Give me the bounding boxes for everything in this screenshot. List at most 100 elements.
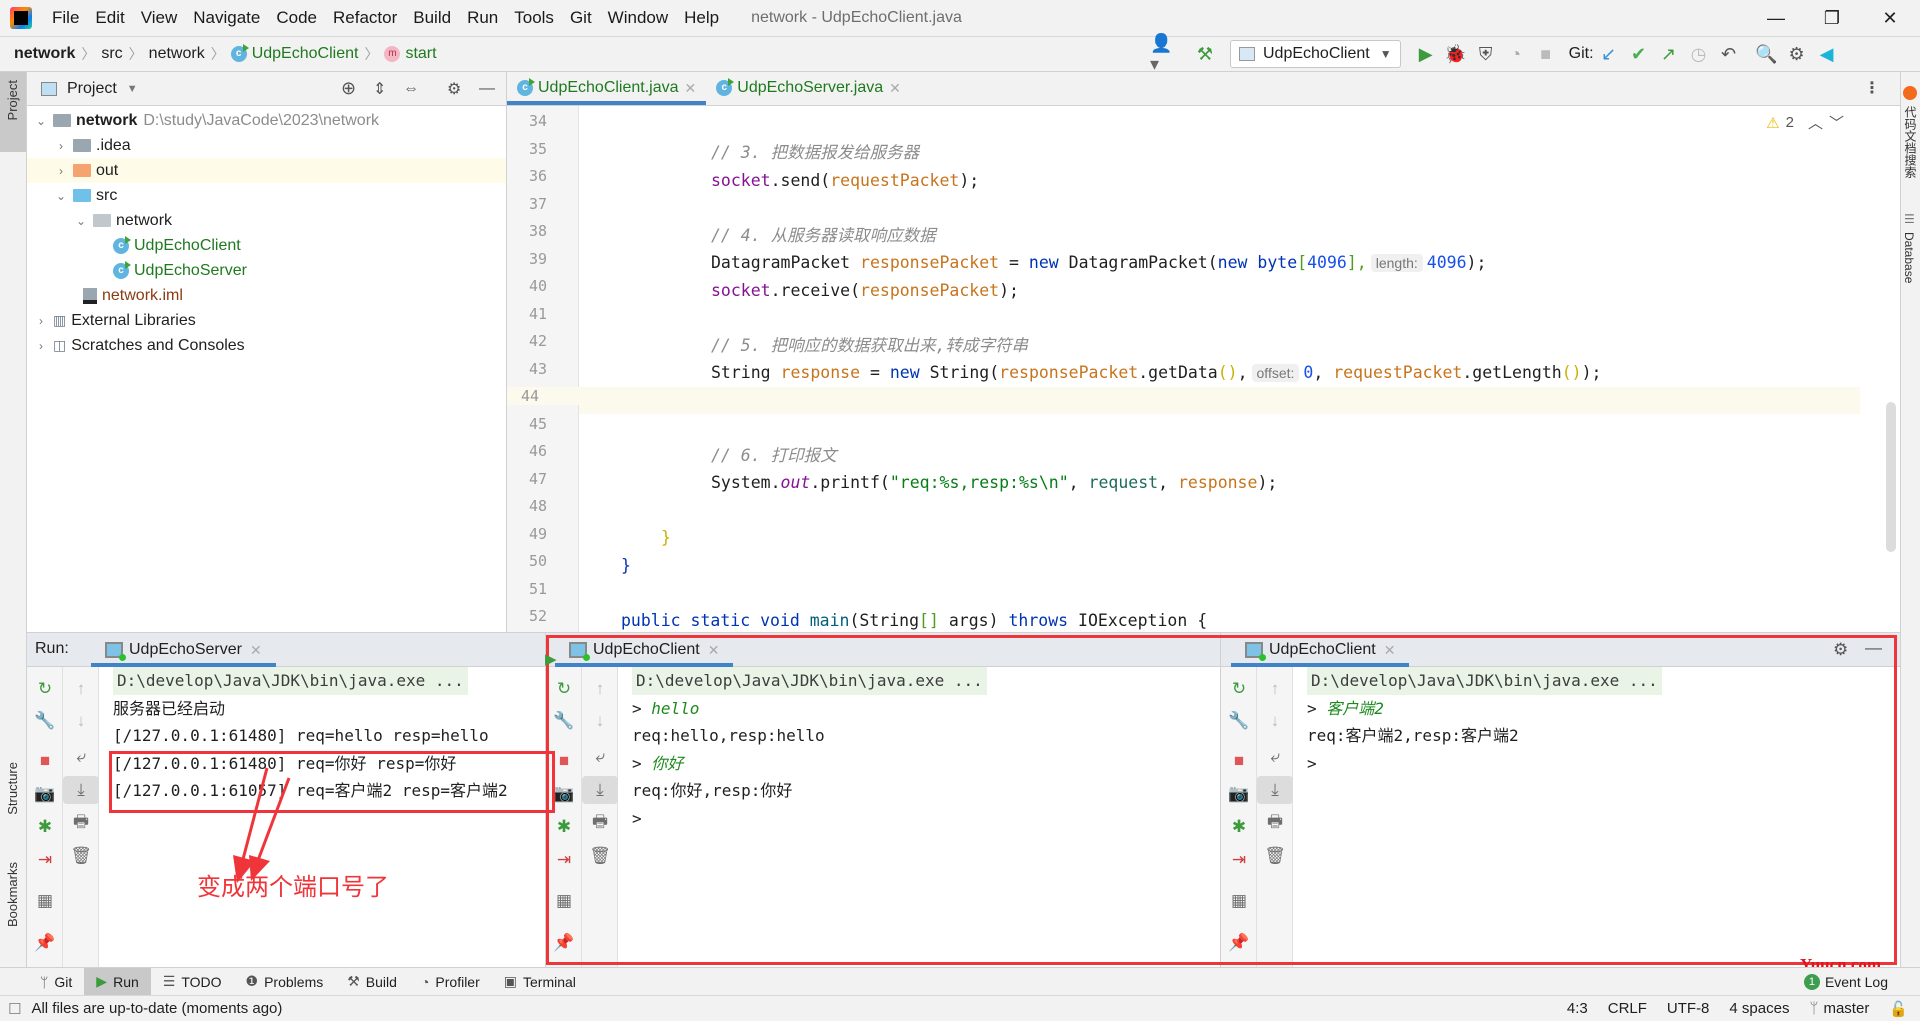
- menu-navigate[interactable]: Navigate: [185, 8, 268, 28]
- restore-button[interactable]: ❐: [1804, 0, 1860, 36]
- pin-icon[interactable]: 📌: [27, 929, 63, 957]
- menu-refactor[interactable]: Refactor: [325, 8, 405, 28]
- git-branch-widget[interactable]: ᛘ master: [1809, 1000, 1869, 1017]
- layout-icon[interactable]: ▦: [27, 887, 63, 915]
- run-configuration-select[interactable]: UdpEchoClient ▼: [1230, 40, 1401, 68]
- close-tab-icon[interactable]: ✕: [685, 80, 697, 97]
- code-area[interactable]: // 3. 把数据报发给服务器 socket.send(requestPacke…: [579, 106, 1860, 657]
- stop-icon[interactable]: ■: [1531, 39, 1561, 69]
- panel-settings-icon[interactable]: ⚙: [447, 79, 461, 99]
- client1-console-output[interactable]: D:\develop\Java\JDK\bin\java.exe ... > h…: [618, 667, 1246, 968]
- close-tab-icon[interactable]: ✕: [889, 80, 901, 97]
- close-button[interactable]: ✕: [1862, 0, 1918, 36]
- tree-item-udpechoserver[interactable]: c UdpEchoServer: [27, 258, 506, 283]
- tool-tab-terminal[interactable]: ▣ Terminal: [492, 968, 588, 996]
- user-icon[interactable]: 👤▾: [1150, 33, 1180, 74]
- layout-icon[interactable]: ▦: [546, 887, 582, 915]
- breadcrumb-project[interactable]: network: [14, 45, 75, 63]
- pin-icon[interactable]: 📌: [546, 929, 582, 957]
- snapshot-icon[interactable]: 📷: [1221, 780, 1257, 808]
- close-tab-icon[interactable]: ✕: [250, 642, 262, 659]
- tree-item-network-module[interactable]: ⌄ network D:\study\JavaCode\2023\network: [27, 108, 506, 133]
- breadcrumb-src[interactable]: src: [101, 45, 122, 63]
- tool-tab-profiler[interactable]: ◔ Profiler: [409, 968, 492, 996]
- modify-config-icon[interactable]: 🔧: [27, 707, 63, 735]
- code-search-tool-button[interactable]: 代码文档搜索: [1902, 106, 1919, 178]
- git-update-icon[interactable]: ↙: [1594, 39, 1624, 69]
- scroll-down-icon[interactable]: ↓: [63, 707, 99, 735]
- more-tabs-icon[interactable]: ⋮: [1864, 78, 1880, 98]
- chevron-right-icon[interactable]: ›: [53, 164, 69, 178]
- menu-code[interactable]: Code: [268, 8, 325, 28]
- soft-wrap-icon[interactable]: ⤶: [63, 743, 99, 771]
- toolbox-icon[interactable]: ◀: [1812, 39, 1842, 69]
- hide-run-panel-icon[interactable]: —: [1865, 638, 1882, 658]
- warnings-indicator[interactable]: ⚠ 2 ︿ ﹀: [1766, 112, 1844, 133]
- caret-position[interactable]: 4:3: [1567, 1000, 1588, 1017]
- next-highlight-icon[interactable]: ﹀: [1829, 112, 1844, 133]
- tool-tab-run[interactable]: ▶ Run: [84, 967, 151, 996]
- print-icon[interactable]: 🖶: [1257, 809, 1293, 837]
- menu-help[interactable]: Help: [676, 8, 727, 28]
- line-separator[interactable]: CRLF: [1608, 1000, 1647, 1017]
- menu-view[interactable]: View: [133, 8, 186, 28]
- chevron-down-icon[interactable]: ⌄: [33, 114, 49, 128]
- structure-tool-button[interactable]: Structure: [5, 762, 20, 815]
- tree-item-package[interactable]: ⌄ network: [27, 208, 506, 233]
- tab-udpechoclient[interactable]: c UdpEchoClient.java ✕: [507, 71, 707, 105]
- clear-all-icon[interactable]: 🗑: [1257, 842, 1293, 870]
- exit-icon[interactable]: ⇥: [1221, 846, 1257, 874]
- stop-icon[interactable]: ■: [27, 747, 63, 775]
- snapshot-icon[interactable]: 📷: [27, 780, 63, 808]
- soft-wrap-icon[interactable]: ⤶: [582, 743, 618, 771]
- clear-all-icon[interactable]: 🗑: [63, 842, 99, 870]
- tree-item-udpechoclient[interactable]: c UdpEchoClient: [27, 233, 506, 258]
- debug-attach-icon[interactable]: ✱: [27, 813, 63, 841]
- close-tab-icon[interactable]: ✕: [708, 642, 720, 659]
- breadcrumb-method[interactable]: start: [405, 45, 436, 63]
- chevron-right-icon[interactable]: ›: [33, 314, 49, 328]
- minimize-button[interactable]: —: [1748, 0, 1804, 36]
- scroll-up-icon[interactable]: ↑: [1257, 675, 1293, 703]
- tool-tab-todo[interactable]: ☰ TODO: [151, 968, 234, 996]
- tab-udpechoserver[interactable]: c UdpEchoServer.java ✕: [706, 71, 911, 105]
- modify-config-icon[interactable]: 🔧: [1221, 707, 1257, 735]
- run-tab-udpechoserver[interactable]: UdpEchoServer ✕: [91, 633, 276, 667]
- locate-icon[interactable]: ⊕: [341, 78, 356, 99]
- modify-config-icon[interactable]: 🔧: [546, 707, 582, 735]
- print-icon[interactable]: 🖶: [63, 809, 99, 837]
- clear-all-icon[interactable]: 🗑: [582, 842, 618, 870]
- tree-item-out[interactable]: › out: [27, 158, 506, 183]
- expand-all-icon[interactable]: ⇕: [373, 79, 386, 99]
- menu-git[interactable]: Git: [562, 8, 600, 28]
- tree-item-src[interactable]: ⌄ src: [27, 183, 506, 208]
- snapshot-icon[interactable]: 📷: [546, 780, 582, 808]
- scroll-down-icon[interactable]: ↓: [1257, 707, 1293, 735]
- event-log-button[interactable]: 1 Event Log: [1792, 968, 1900, 996]
- breadcrumb-class[interactable]: UdpEchoClient: [252, 45, 359, 63]
- hide-panel-icon[interactable]: —: [479, 80, 495, 98]
- git-history-icon[interactable]: ◷: [1684, 39, 1714, 69]
- scroll-to-end-icon[interactable]: ⤓: [582, 776, 618, 804]
- soft-wrap-icon[interactable]: ⤶: [1257, 743, 1293, 771]
- scroll-to-end-icon[interactable]: ⤓: [63, 776, 99, 804]
- indent-setting[interactable]: 4 spaces: [1729, 1000, 1789, 1017]
- menu-file[interactable]: File: [44, 8, 87, 28]
- coverage-icon[interactable]: ⛨: [1471, 39, 1501, 69]
- scroll-to-end-icon[interactable]: ⤓: [1257, 776, 1293, 804]
- menu-build[interactable]: Build: [405, 8, 459, 28]
- status-toggle-icon[interactable]: ☐: [8, 1000, 21, 1018]
- database-tool-button[interactable]: Database: [1902, 232, 1916, 283]
- chevron-right-icon[interactable]: ›: [33, 339, 49, 353]
- tool-tab-problems[interactable]: ❶ Problems: [234, 968, 336, 996]
- tree-item-iml[interactable]: network.iml: [27, 283, 506, 308]
- run-tab-udpechoclient-1[interactable]: UdpEchoClient ✕: [555, 633, 734, 667]
- profiler-icon[interactable]: ◔: [1501, 39, 1531, 69]
- rerun-icon[interactable]: ↻: [546, 675, 582, 703]
- rollback-icon[interactable]: ↶: [1714, 39, 1744, 69]
- debug-attach-icon[interactable]: ✱: [1221, 813, 1257, 841]
- debug-icon[interactable]: 🐞: [1441, 39, 1471, 69]
- dropdown-arrow-icon[interactable]: ▼: [127, 83, 138, 95]
- run-tab-udpechoclient-2[interactable]: UdpEchoClient ✕: [1231, 633, 1410, 667]
- scroll-up-icon[interactable]: ↑: [63, 675, 99, 703]
